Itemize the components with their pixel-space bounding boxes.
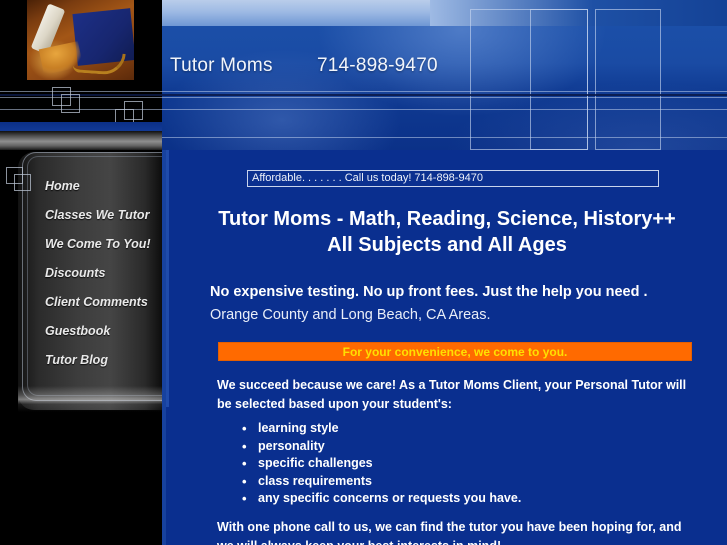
header-rule-3 — [0, 97, 727, 98]
affordable-callout-box: Affordable. . . . . . . Call us today! 7… — [247, 170, 659, 187]
convenience-banner-text: For your convenience, we come to you. — [342, 345, 568, 359]
header-decor-rect-3 — [595, 9, 661, 150]
list-item: specific challenges — [242, 455, 682, 473]
tagline: No expensive testing. No up front fees. … — [210, 281, 690, 327]
sidebar-item-discounts[interactable]: Discounts — [45, 259, 165, 288]
header-left-gray-band — [0, 131, 162, 150]
tagline-bold-part: No expensive testing. No up front fees. … — [210, 284, 648, 300]
sidebar-item-home[interactable]: Home — [45, 172, 165, 201]
site-header: Tutor Moms 714-898-9470 — [0, 0, 727, 150]
intro-paragraph: We succeed because we care! As a Tutor M… — [217, 378, 687, 411]
sidebar-item-tutor-blog[interactable]: Tutor Blog — [45, 346, 165, 375]
tassel-cord-icon — [72, 50, 126, 76]
sidebar-item-classes-we-tutor[interactable]: Classes We Tutor — [45, 201, 165, 230]
list-item: personality — [242, 438, 682, 456]
header-decor-square-2 — [61, 94, 80, 113]
sidebar-decor-square-2 — [14, 174, 31, 191]
header-rule-4 — [0, 109, 727, 110]
main-content: Affordable. . . . . . . Call us today! 7… — [162, 150, 727, 545]
site-title: Tutor Moms — [170, 55, 273, 76]
graduation-photo — [27, 0, 134, 80]
header-rule-2 — [0, 94, 727, 96]
selection-criteria-list: learning style personality specific chal… — [242, 420, 682, 508]
convenience-banner: For your convenience, we come to you. — [218, 342, 692, 361]
sidebar-item-client-comments[interactable]: Client Comments — [45, 288, 165, 317]
page-title: Tutor Moms - Math, Reading, Science, His… — [182, 206, 712, 258]
closing-paragraph: With one phone call to us, we can find t… — [217, 520, 682, 545]
list-item: class requirements — [242, 473, 682, 491]
tagline-normal-part: Orange County and Long Beach, CA Areas. — [210, 307, 491, 323]
sidebar-nav: Home Classes We Tutor We Come To You! Di… — [45, 172, 165, 375]
sidebar-item-guestbook[interactable]: Guestbook — [45, 317, 165, 346]
header-decor-rect-2 — [530, 9, 588, 150]
page-title-line-2: All Subjects and All Ages — [327, 234, 567, 256]
list-item: any specific concerns or requests you ha… — [242, 490, 682, 508]
content-left-edge-strip-2 — [166, 150, 169, 407]
sidebar-shine — [18, 386, 162, 412]
header-phone-number: 714-898-9470 — [317, 55, 438, 76]
list-item: learning style — [242, 420, 682, 438]
page-root: Tutor Moms 714-898-9470 Home Classes We … — [0, 0, 727, 545]
page-title-line-1: Tutor Moms - Math, Reading, Science, His… — [218, 208, 676, 230]
sidebar-item-we-come-to-you[interactable]: We Come To You! — [45, 230, 165, 259]
header-left-blue-band — [0, 122, 162, 131]
header-rule-1 — [0, 91, 727, 92]
sidebar: Home Classes We Tutor We Come To You! Di… — [0, 150, 168, 545]
affordable-callout-text: Affordable. . . . . . . Call us today! 7… — [252, 172, 483, 184]
